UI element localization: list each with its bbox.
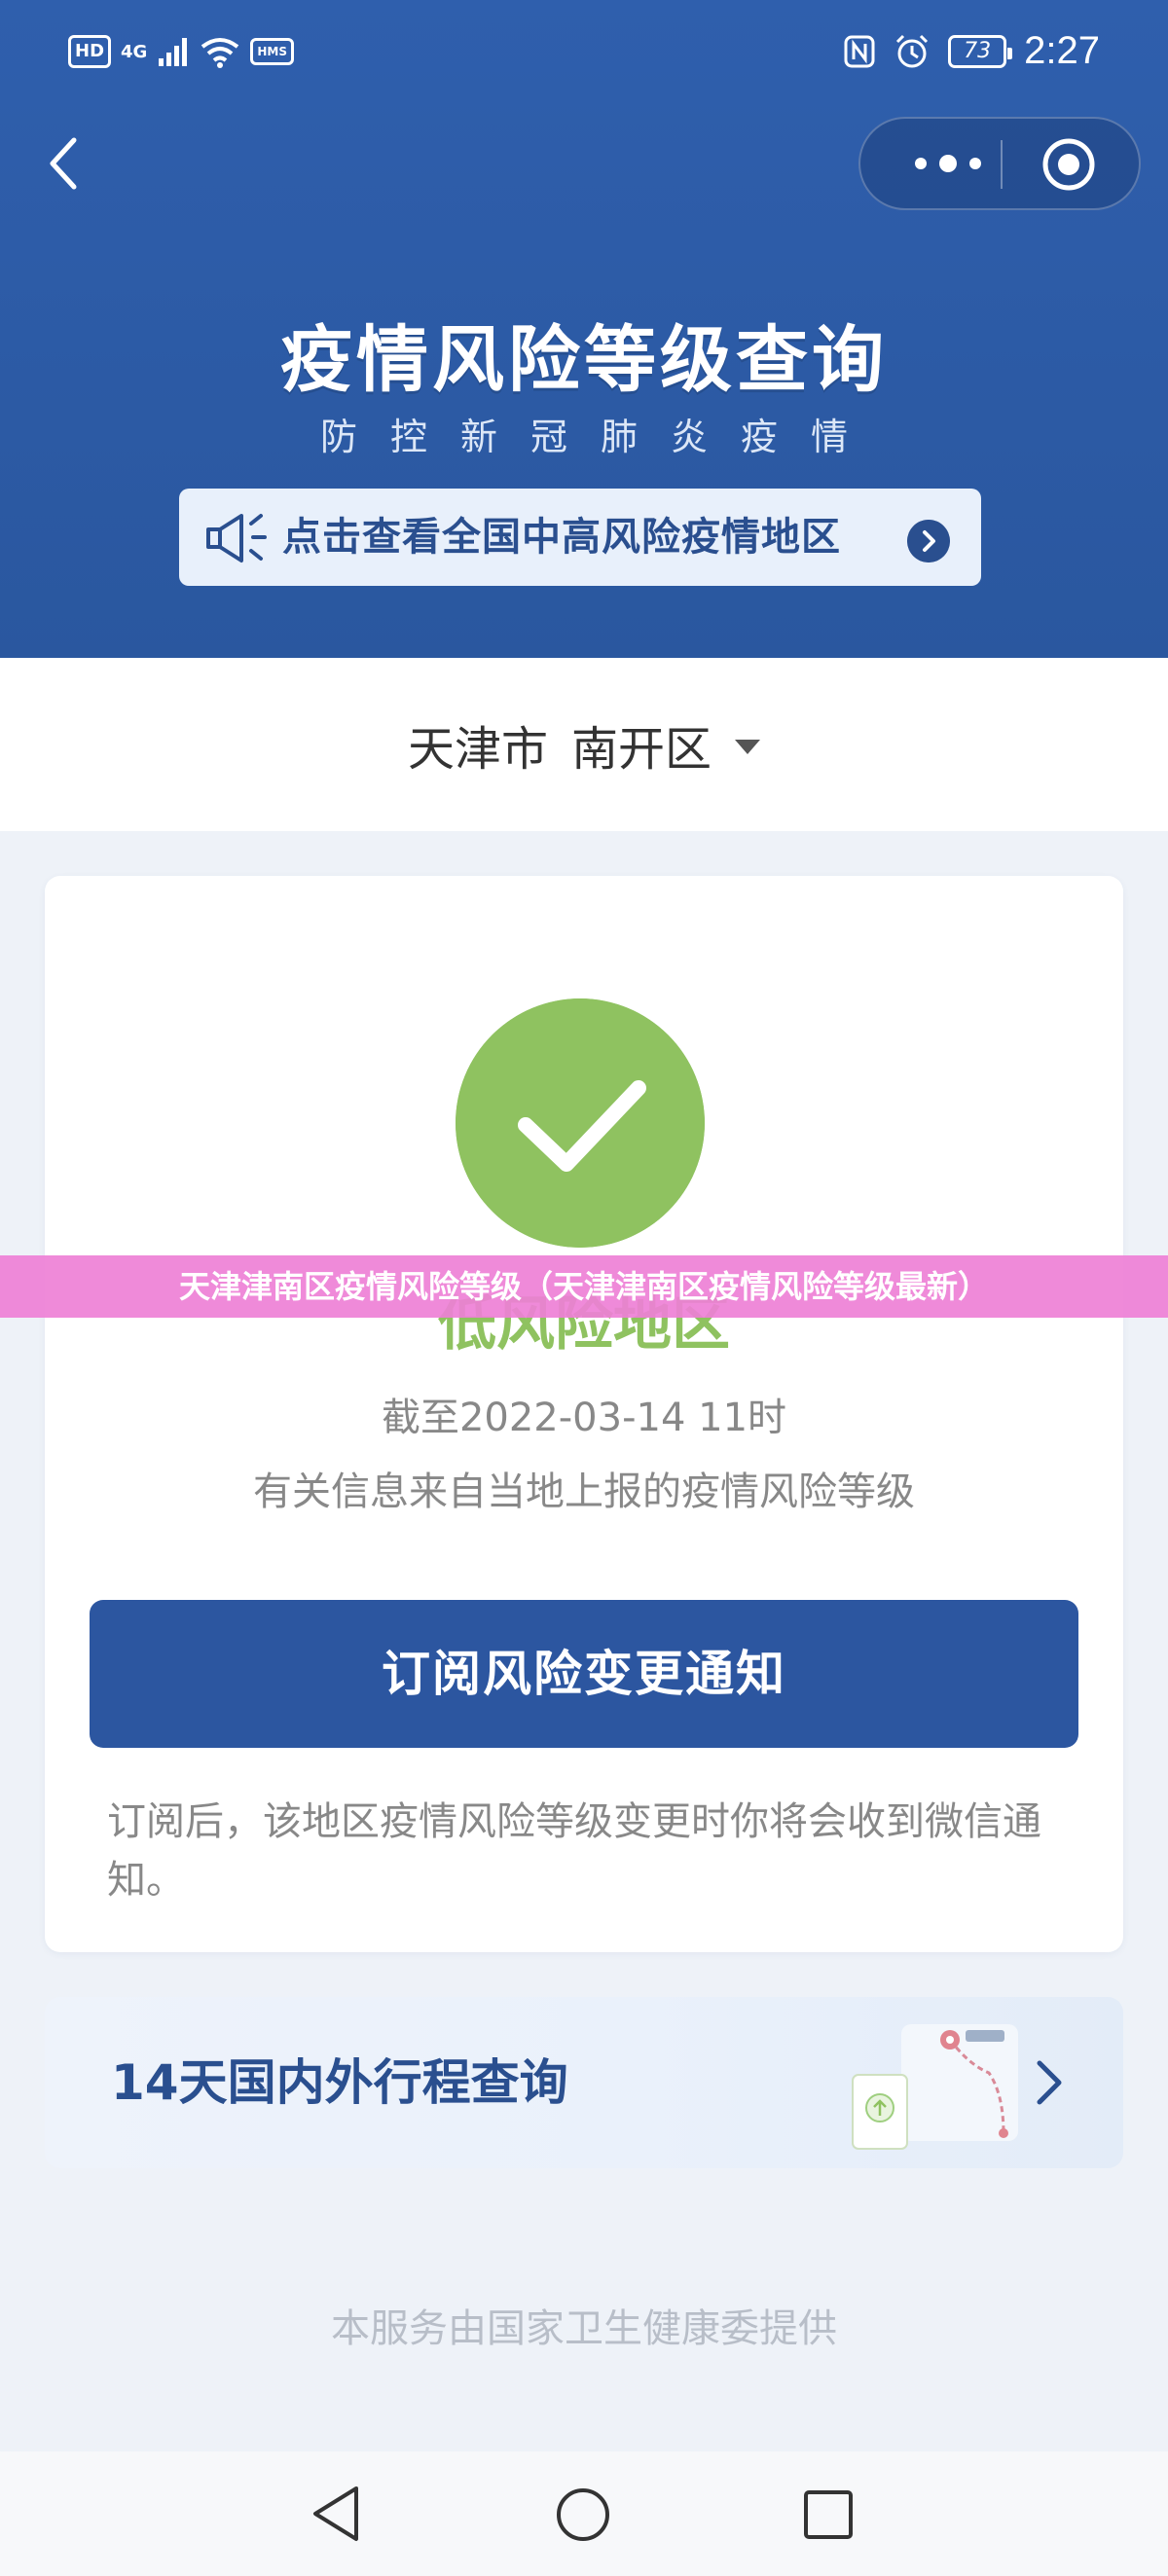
status-time: 2:27 (1024, 29, 1100, 72)
chevron-right-icon (907, 520, 950, 562)
status-bar: HD 4G HMS 73 2:27 (0, 0, 1168, 113)
wifi-icon (201, 38, 239, 68)
back-button[interactable] (41, 134, 90, 193)
hd-badge: HD (68, 35, 112, 68)
itinerary-query-card[interactable]: 14天国内外行程查询 (45, 1997, 1123, 2168)
location-selector[interactable]: 天津市 南开区 (0, 658, 1168, 831)
target-icon[interactable] (1040, 136, 1097, 193)
system-nav-bar (0, 2451, 1168, 2576)
nav-home-button[interactable] (555, 2486, 611, 2543)
caret-down-icon (735, 739, 761, 754)
as-of-timestamp: 截至2022-03-14 11时 (381, 1396, 787, 1440)
nfc-icon (844, 35, 875, 67)
sms-badge: HMS (250, 38, 294, 65)
location-city: 天津市 (407, 722, 548, 777)
source-note: 有关信息来自当地上报的疫情风险等级 (253, 1469, 915, 1514)
nav-recents-button[interactable] (802, 2488, 855, 2541)
location-district: 南开区 (571, 722, 712, 777)
network-type: 4G (121, 41, 148, 62)
battery-icon: 73 (948, 34, 1013, 68)
alarm-icon (896, 34, 929, 67)
more-dots-icon[interactable] (899, 119, 997, 208)
subscribe-button[interactable]: 订阅风险变更通知 (90, 1600, 1078, 1748)
notice-label: 点击查看全国中高风险疫情地区 (282, 515, 841, 560)
page-subtitle: 防控新冠肺炎疫情 (319, 416, 881, 458)
mini-program-capsule (858, 117, 1141, 210)
signal-icon (159, 38, 188, 66)
header: HD 4G HMS 73 2:27 疫情风险等级查询 防控新冠肺炎疫情 点击查看… (0, 0, 1168, 658)
chevron-right-icon (1037, 2060, 1062, 2105)
itinerary-label: 14天国内外行程查询 (111, 2054, 568, 2111)
status-left: HD 4G HMS (68, 35, 294, 68)
page-title: 疫情风险等级查询 (280, 318, 888, 402)
status-right: 73 2:27 (843, 29, 1100, 73)
high-risk-areas-link[interactable]: 点击查看全国中高风险疫情地区 (179, 489, 981, 586)
nav-back-button[interactable] (308, 2483, 366, 2545)
subscribe-note: 订阅后，该地区疫情风险等级变更时你将会收到微信通知。 (107, 1799, 1041, 1903)
megaphone-icon (206, 514, 267, 562)
capsule-divider (1001, 140, 1003, 189)
map-route-illustration (852, 2024, 1018, 2150)
overlay-banner: 天津津南区疫情风险等级（天津津南区疫情风险等级最新） (0, 1255, 1168, 1318)
check-circle-icon (456, 998, 705, 1248)
location-bar: 天津市 南开区 (0, 658, 1168, 831)
provider-note: 本服务由国家卫生健康委提供 (331, 2306, 837, 2351)
risk-result-card: 低风险地区 截至2022-03-14 11时 有关信息来自当地上报的疫情风险等级… (45, 876, 1123, 1952)
